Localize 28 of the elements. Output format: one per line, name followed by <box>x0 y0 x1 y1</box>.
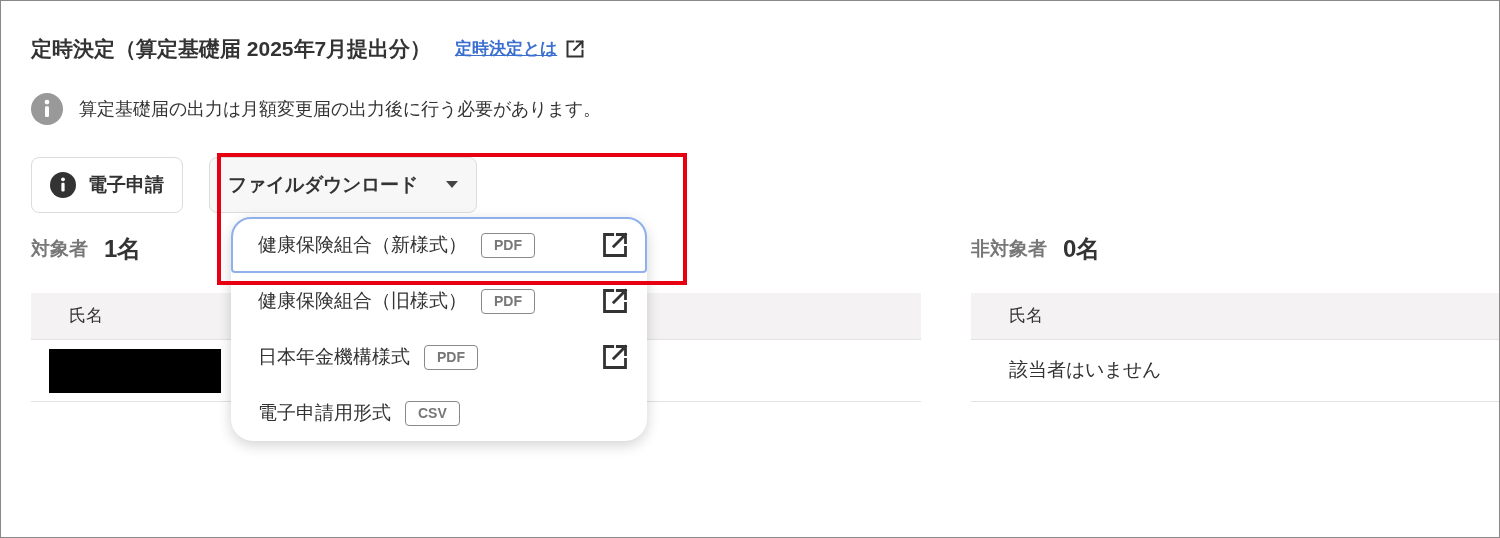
menu-item[interactable]: 電子申請用形式 CSV <box>231 385 647 441</box>
table-cell-text: 該当者はいません <box>1008 358 1161 383</box>
format-tag: PDF <box>424 344 478 370</box>
menu-item[interactable]: 日本年金機構様式 PDF <box>231 329 647 385</box>
button[interactable]: 電子申請 <box>31 157 183 213</box>
notice-text: 算定基礎届の出力は月額変更届の出力後に行う必要があります。 <box>79 97 601 121</box>
group-label: 対象者 <box>31 236 88 261</box>
menu-item-label: 日本年金機構様式 <box>258 344 410 369</box>
menu-item-label: 健康保険組合（新様式） <box>258 232 467 257</box>
group-count: 1名 <box>104 234 142 264</box>
group-label: 非対象者 <box>971 236 1047 261</box>
group-count: 0名 <box>1063 234 1101 264</box>
column-header: 氏名 <box>1009 305 1043 328</box>
external-link-icon <box>565 39 586 59</box>
dropdown-button[interactable]: ファイルダウンロード <box>209 157 477 213</box>
format-tag: CSV <box>405 400 460 426</box>
menu-item[interactable]: 健康保険組合（旧様式） PDF <box>231 273 647 329</box>
info-icon <box>31 93 63 125</box>
format-tag: PDF <box>481 288 535 314</box>
format-tag: PDF <box>481 232 535 258</box>
page-title: 定時決定（算定基礎届 2025年7月提出分） <box>31 36 432 63</box>
menu-item-label: 電子申請用形式 <box>258 400 391 425</box>
menu-item[interactable]: 健康保険組合（新様式） PDF <box>231 217 647 273</box>
info-icon <box>50 172 76 198</box>
help-link[interactable]: 定時決定とは <box>455 36 558 62</box>
menu-item-label: 健康保険組合（旧様式） <box>258 288 467 313</box>
column-header: 氏名 <box>69 305 103 328</box>
caret-icon <box>446 181 458 189</box>
